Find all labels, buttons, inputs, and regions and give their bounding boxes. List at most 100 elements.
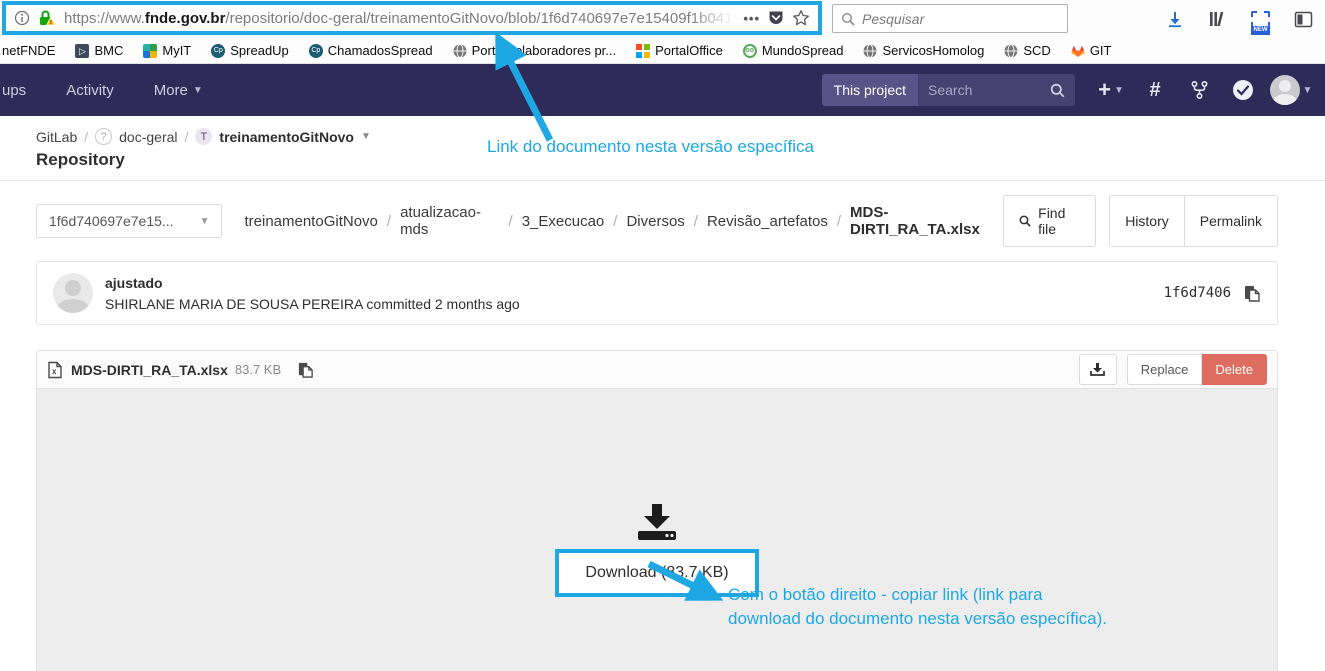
- url-text[interactable]: https://www.fnde.gov.br/repositorio/doc-…: [64, 10, 735, 27]
- path-segment[interactable]: atualizacao-mds: [400, 204, 499, 238]
- download-link[interactable]: Download (83.7 KB): [585, 564, 728, 581]
- bookmark-servicoshomolog[interactable]: ServicosHomolog: [863, 43, 984, 58]
- url-bar[interactable]: https://www.fnde.gov.br/repositorio/doc-…: [2, 1, 822, 35]
- avatar: [1270, 75, 1300, 105]
- last-commit-box: ajustado SHIRLANE MARIA DE SOUSA PEREIRA…: [36, 261, 1278, 325]
- bookmark-netfnde[interactable]: netFNDE: [2, 43, 55, 58]
- download-tray-icon: [636, 504, 678, 540]
- delete-button[interactable]: Delete: [1202, 354, 1267, 385]
- navbar-left: ups Activity More ▼: [0, 64, 223, 116]
- context-header: GitLab / ? doc-geral / T treinamentoGitN…: [0, 116, 1325, 181]
- chevron-down-icon: ▼: [1114, 85, 1124, 96]
- library-icon[interactable]: [1208, 10, 1227, 28]
- download-file-button[interactable]: [1079, 354, 1117, 385]
- bmc-icon: ▷: [75, 44, 89, 58]
- search-scope-badge[interactable]: This project: [822, 74, 918, 106]
- gitlab-navbar: ups Activity More ▼ This project Search …: [0, 64, 1325, 116]
- url-path: /repositorio/doc-geral/treinamentoGitNov…: [225, 10, 735, 27]
- breadcrumb: GitLab / ? doc-geral / T treinamentoGitN…: [36, 128, 1325, 145]
- bookmark-scd[interactable]: SCD: [1004, 43, 1050, 58]
- search-icon: [1050, 83, 1065, 98]
- breadcrumb-gitlab[interactable]: GitLab: [36, 129, 77, 145]
- replace-button[interactable]: Replace: [1127, 354, 1203, 385]
- permalink-button[interactable]: Permalink: [1185, 195, 1278, 247]
- path-current-file: MDS-DIRTI_RA_TA.xlsx: [850, 204, 1003, 238]
- padlock-warning-icon[interactable]: [38, 10, 56, 26]
- svg-text:x: x: [52, 367, 57, 376]
- nav-more[interactable]: More ▼: [134, 64, 223, 116]
- ref-switcher-dropdown[interactable]: 1f6d740697e7e15... ▼: [36, 204, 222, 238]
- copy-icon[interactable]: [1243, 284, 1261, 303]
- navbar-right: This project Search + ▼ #: [822, 64, 1325, 116]
- bookmark-bmc[interactable]: ▷ BMC: [75, 43, 123, 58]
- myit-pinwheel-icon: [143, 44, 157, 58]
- path-segment[interactable]: treinamentoGitNovo: [244, 213, 377, 230]
- hash-icon: #: [1149, 79, 1160, 102]
- gitlab-search[interactable]: This project Search: [822, 74, 1075, 106]
- bookmark-portaloffice[interactable]: PortalOffice: [636, 43, 723, 58]
- portaloffice-icon: [636, 44, 650, 58]
- todos-button[interactable]: [1221, 64, 1265, 116]
- bookmark-star-icon[interactable]: [792, 9, 810, 27]
- issues-button[interactable]: #: [1133, 64, 1177, 116]
- url-scheme: https://www.: [64, 10, 145, 27]
- downloads-icon[interactable]: [1166, 10, 1184, 28]
- sidebars-icon[interactable]: [1294, 11, 1313, 28]
- url-fade: [689, 10, 735, 27]
- commit-meta: SHIRLANE MARIA DE SOUSA PEREIRA committe…: [105, 296, 520, 312]
- copy-path-icon[interactable]: [297, 361, 314, 379]
- bookmark-mundospread[interactable]: oo MundoSpread: [743, 43, 844, 58]
- nav-activity[interactable]: Activity: [46, 64, 134, 116]
- commit-author-avatar: [53, 273, 93, 313]
- chevron-down-icon: ▼: [193, 85, 203, 96]
- screenshots-new-icon[interactable]: NEW: [1251, 11, 1270, 28]
- url-domain: fnde.gov.br: [145, 10, 226, 27]
- path-segment[interactable]: Diversos: [626, 213, 684, 230]
- bookmarks-bar: netFNDE ▷ BMC MyIT Cp SpreadUp Cp Chamad…: [0, 38, 1325, 64]
- bookmark-git[interactable]: GIT: [1071, 43, 1112, 58]
- history-permalink-group: History Permalink: [1109, 195, 1278, 247]
- globe-icon: [863, 44, 877, 58]
- download-annotation-box: Download (83.7 KB): [555, 549, 758, 597]
- path-segment[interactable]: 3_Execucao: [522, 213, 605, 230]
- gitlab-tanuki-icon: [1071, 44, 1085, 58]
- file-preview-area: Download (83.7 KB): [37, 389, 1277, 671]
- file-path-breadcrumb: treinamentoGitNovo/ atualizacao-mds/ 3_E…: [244, 204, 1003, 238]
- bookmark-myit[interactable]: MyIT: [143, 43, 191, 58]
- chevron-down-icon: ▼: [1303, 85, 1313, 96]
- breadcrumb-project[interactable]: treinamentoGitNovo: [219, 129, 354, 145]
- chamadosspread-icon: Cp: [309, 44, 323, 58]
- download-icon: [1090, 363, 1105, 377]
- file-navigation: 1f6d740697e7e15... ▼ treinamentoGitNovo/…: [0, 181, 1325, 259]
- group-avatar: ?: [95, 128, 112, 145]
- page-info-icon[interactable]: [14, 10, 30, 26]
- chevron-down-icon[interactable]: ▼: [361, 131, 371, 142]
- check-circle-icon: [1232, 79, 1254, 101]
- browser-search-placeholder: Pesquisar: [862, 11, 924, 27]
- nav-groups[interactable]: ups: [0, 64, 46, 116]
- breadcrumb-group[interactable]: doc-geral: [119, 129, 177, 145]
- user-menu[interactable]: ▼: [1265, 64, 1317, 116]
- chevron-down-icon: ▼: [200, 216, 210, 227]
- gitlab-search-placeholder: Search: [918, 82, 1050, 98]
- new-menu-button[interactable]: + ▼: [1089, 64, 1133, 116]
- browser-chrome: https://www.fnde.gov.br/repositorio/doc-…: [0, 0, 1325, 38]
- bookmark-portalcolaboradores[interactable]: PortalColaboradores pr...: [453, 43, 617, 58]
- globe-icon: [1004, 44, 1018, 58]
- browser-search-input[interactable]: Pesquisar: [832, 4, 1068, 33]
- page-actions-icon[interactable]: •••: [743, 11, 760, 26]
- bookmark-spreadup[interactable]: Cp SpreadUp: [211, 43, 289, 58]
- find-file-button[interactable]: Find file: [1003, 195, 1096, 247]
- file-name: MDS-DIRTI_RA_TA.xlsx: [71, 362, 228, 378]
- page-title: Repository: [36, 150, 1325, 170]
- fork-icon: [1191, 81, 1208, 99]
- file-viewer: x MDS-DIRTI_RA_TA.xlsx 83.7 KB Replace D…: [36, 350, 1278, 671]
- commit-title[interactable]: ajustado: [105, 275, 520, 291]
- pocket-icon[interactable]: [768, 10, 784, 27]
- merge-requests-button[interactable]: [1177, 64, 1221, 116]
- replace-delete-group: Replace Delete: [1127, 354, 1267, 385]
- bookmark-chamadosspread[interactable]: Cp ChamadosSpread: [309, 43, 433, 58]
- path-segment[interactable]: Revisão_artefatos: [707, 213, 828, 230]
- history-button[interactable]: History: [1109, 195, 1185, 247]
- commit-sha[interactable]: 1f6d7406: [1164, 285, 1231, 301]
